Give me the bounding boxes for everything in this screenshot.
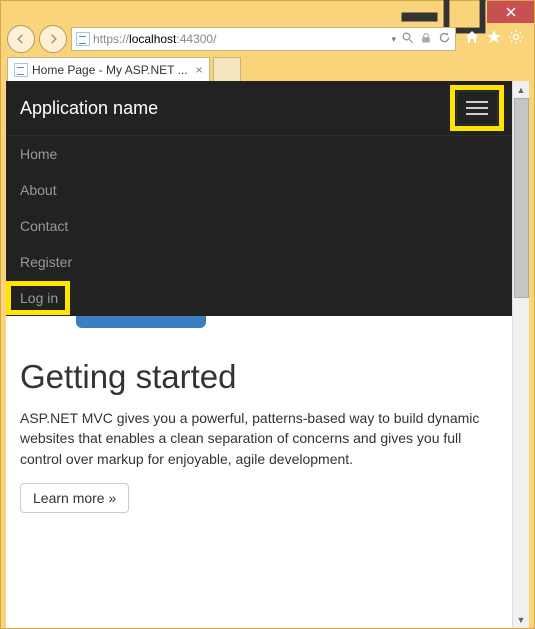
nav-item-contact[interactable]: Contact: [6, 208, 512, 244]
learn-more-button[interactable]: Learn more »: [20, 483, 129, 513]
page-icon: [76, 32, 90, 46]
browser-toolbar: https://localhost:44300/ ▾: [1, 23, 534, 55]
window-titlebar: [1, 1, 534, 23]
app-brand[interactable]: Application name: [20, 98, 158, 119]
page-viewport: Application name Home About Contact Regi…: [6, 81, 512, 628]
scroll-thumb[interactable]: [514, 98, 529, 298]
search-dropdown-icon[interactable]: ▾: [391, 34, 396, 45]
lock-icon[interactable]: [420, 32, 432, 47]
new-tab-button[interactable]: [213, 57, 241, 81]
window-close-button[interactable]: [487, 1, 534, 23]
browser-window: https://localhost:44300/ ▾ Home Page - M…: [0, 0, 535, 629]
address-bar[interactable]: https://localhost:44300/ ▾: [71, 27, 456, 51]
home-icon[interactable]: [464, 29, 480, 50]
favorites-icon[interactable]: [486, 29, 502, 50]
nav-item-register[interactable]: Register: [6, 244, 512, 280]
url-text: https://localhost:44300/: [93, 32, 216, 46]
vertical-scrollbar[interactable]: ▲ ▼: [512, 81, 529, 628]
scroll-down-icon[interactable]: ▼: [513, 611, 530, 628]
back-button[interactable]: [7, 25, 35, 53]
hero-button-partial[interactable]: [76, 316, 206, 328]
refresh-icon[interactable]: [438, 31, 451, 47]
page-icon: [14, 63, 28, 77]
settings-icon[interactable]: [508, 29, 524, 50]
tab-title: Home Page - My ASP.NET ...: [32, 63, 188, 77]
scroll-up-icon[interactable]: ▲: [513, 81, 530, 98]
content-area: ▲ ▼ Application name Home About: [6, 81, 529, 628]
nav-item-label: Log in: [20, 290, 58, 306]
browser-tab[interactable]: Home Page - My ASP.NET ... ×: [7, 57, 210, 81]
nav-menu: Home About Contact Register Log in: [6, 135, 512, 316]
app-navbar: Application name Home About Contact Regi…: [6, 81, 512, 316]
tab-strip: Home Page - My ASP.NET ... ×: [1, 55, 534, 81]
section-heading: Getting started: [20, 358, 498, 396]
nav-item-home[interactable]: Home: [6, 136, 512, 172]
section-body: ASP.NET MVC gives you a powerful, patter…: [20, 408, 498, 469]
browser-chrome-icons: [460, 29, 528, 50]
window-maximize-button[interactable]: [442, 1, 487, 23]
window-minimize-button[interactable]: [397, 1, 442, 23]
nav-item-about[interactable]: About: [6, 172, 512, 208]
hamburger-menu-button[interactable]: [456, 91, 498, 125]
getting-started-section: Getting started ASP.NET MVC gives you a …: [6, 328, 512, 527]
forward-button[interactable]: [39, 25, 67, 53]
search-icon[interactable]: [402, 32, 414, 47]
nav-item-login[interactable]: Log in: [6, 280, 512, 316]
tab-close-icon[interactable]: ×: [196, 63, 203, 77]
